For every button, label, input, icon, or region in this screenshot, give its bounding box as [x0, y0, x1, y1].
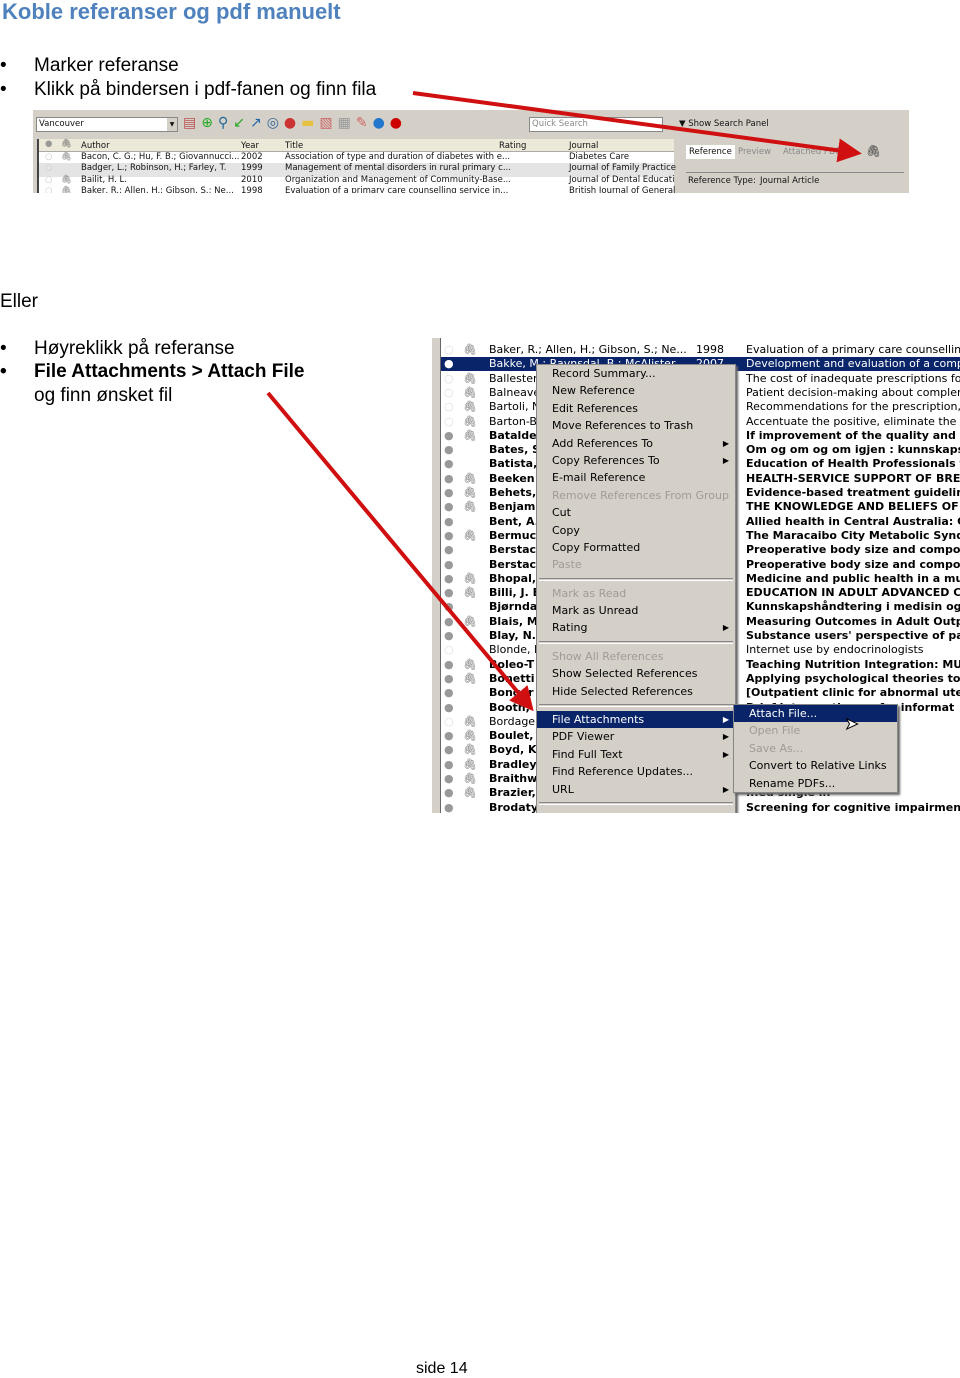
arrow-to-file-attachments — [266, 391, 534, 712]
page-number: side 14 — [416, 1360, 468, 1377]
annotation-arrows — [266, 91, 862, 712]
arrow-to-paperclip — [412, 91, 862, 163]
document-page: Koble referanser og pdf manuelt • Marker … — [0, 0, 960, 1378]
